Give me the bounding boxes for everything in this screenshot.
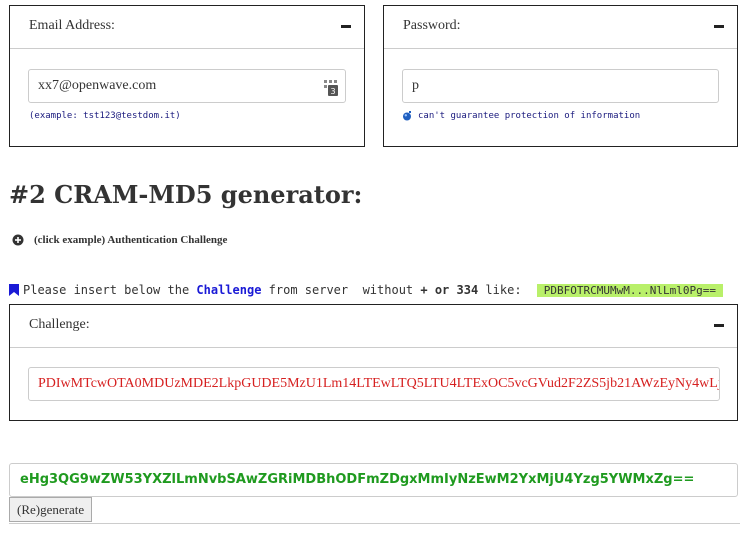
password-hint: can't guarantee protection of informatio… [402,111,640,121]
instr-or: or [427,283,457,297]
email-panel-title: Email Address: [29,18,115,33]
example-link-label: (click example) Authentication Challenge [34,234,228,246]
challenge-instructions: Please insert below the Challenge from s… [9,283,723,297]
keyboard-icon[interactable]: 3 [323,79,339,97]
collapse-icon[interactable] [714,25,724,28]
divider [9,523,740,524]
email-panel-header[interactable]: Email Address: [10,6,364,49]
challenge-input[interactable]: PDIwMTcwOTA0MDUzMDE2LkpGUDE5MzU1Lm14LTEw… [28,367,720,401]
svg-text:3: 3 [330,87,335,96]
section-title: #2 CRAM-MD5 generator: [9,180,363,209]
challenge-value: PDIwMTcwOTA0MDUzMDE2LkpGUDE5MzU1Lm14LTEw… [38,376,720,391]
collapse-icon[interactable] [341,25,351,28]
instr-part1: Please insert below the [23,283,197,297]
result-value: eHg3QG9wZW53YXZlLmNvbSAwZGRiMDBhODFmZDgx… [20,472,695,487]
challenge-panel: Challenge: PDIwMTcwOTA0MDUzMDE2LkpGUDE5M… [9,304,738,421]
password-value: p [412,78,419,93]
email-panel: Email Address: xx7@openwave.com 3 (examp… [9,5,365,147]
instr-part2: from server without [261,283,421,297]
email-input[interactable]: xx7@openwave.com 3 [28,69,346,103]
instr-part3: like: [478,283,529,297]
password-hint-text: can't guarantee protection of informatio… [418,111,641,121]
password-input[interactable]: p [402,69,719,103]
instr-challenge-word: Challenge [196,283,262,297]
challenge-panel-title: Challenge: [29,317,90,332]
regenerate-button[interactable]: (Re)generate [9,497,93,522]
instr-code: 334 [456,283,479,297]
plus-circle-icon [12,234,24,246]
cram-md5-result[interactable]: eHg3QG9wZW53YXZlLmNvbSAwZGRiMDBhODFmZDgx… [9,463,738,497]
password-panel-title: Password: [403,18,461,33]
example-challenge-link[interactable]: (click example) Authentication Challenge [12,234,227,246]
email-value: xx7@openwave.com [38,78,157,93]
bookmark-icon [9,284,19,296]
password-panel-header[interactable]: Password: [384,6,737,49]
email-hint: (example: tst123@testdom.it) [29,111,181,121]
password-panel: Password: p can't guarantee protection o… [383,5,738,147]
sample-challenge: PDBFOTRCMUMwM...NlLml0Pg== [536,283,723,297]
challenge-panel-header[interactable]: Challenge: [10,305,737,348]
lock-bulb-icon [403,111,411,121]
collapse-icon[interactable] [714,324,724,327]
instr-plus: + [420,283,428,297]
